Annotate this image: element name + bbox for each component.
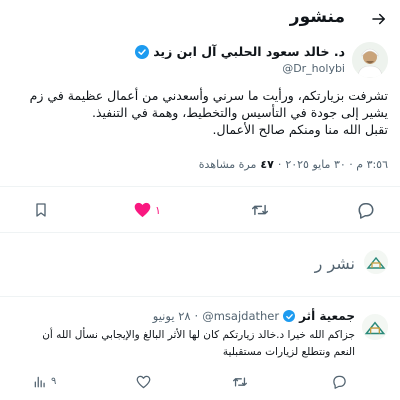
reply-like-button[interactable] [136, 375, 151, 389]
reply-text: جزاكم الله خيرا د.خالد زيارتكم كان لها ا… [0, 327, 355, 361]
reply-icon [358, 203, 374, 219]
verified-badge-icon [283, 310, 296, 322]
verified-badge-icon [135, 44, 150, 59]
back-button[interactable] [370, 10, 388, 28]
reply-date[interactable]: ٢٨ يونيو [153, 309, 191, 323]
bookmark-icon [36, 203, 46, 217]
heart-icon [134, 202, 151, 218]
views-icon [34, 376, 45, 388]
like-count: ١ [155, 203, 161, 217]
like-button[interactable]: ١ [134, 202, 161, 218]
reply-button[interactable] [357, 202, 375, 219]
arrow-right-icon [372, 13, 385, 25]
page-title: منشور [289, 7, 345, 27]
post-time[interactable]: ٣:٥٦ م · ٣٠ مايو ٢٠٢٥ [285, 158, 388, 171]
composer-avatar [364, 250, 388, 274]
reply-text-line: جزاكم الله خيرا د.خالد زيارتكم كان لها ا… [42, 329, 355, 341]
post-text-line: تقبل الله منا ومنكم صالح الأعمال. [212, 122, 388, 137]
header-bar: منشور [0, 0, 400, 38]
divider [0, 232, 400, 233]
divider [0, 296, 400, 297]
reply-header: جمعية أثر @msajdather · ٢٨ يونيو [152, 309, 355, 323]
reply-author-name[interactable]: جمعية أثر [299, 309, 355, 323]
post-text-line: يشير إلى جودة في التأسيس والتخطيط، وهمة … [91, 105, 388, 120]
bookmark-button[interactable] [33, 202, 49, 218]
post-meta: ٣:٥٦ م · ٣٠ مايو ٢٠٢٥ · ٤٧ مرة مشاهدة [198, 158, 388, 171]
reply-composer-input[interactable]: نشر ر [315, 254, 355, 273]
divider [0, 186, 400, 187]
reply-views-button[interactable]: ٩ [33, 375, 56, 388]
author-name-row: د. خالد سعود الحلبي آل ابن زيد [135, 44, 345, 59]
views-count: ٤٧ [260, 158, 274, 171]
post-text: تشرفت بزيارتكم، ورأيت ما سرني وأسعدني من… [0, 87, 388, 138]
reply-views-count: ٩ [51, 376, 57, 387]
author-avatar[interactable] [352, 42, 388, 78]
reply-reply-button[interactable] [332, 375, 347, 389]
retweet-icon [252, 204, 268, 216]
retweet-icon [233, 377, 247, 387]
author-handle[interactable]: @Dr_holybi [282, 62, 345, 75]
heart-icon [136, 375, 151, 389]
retweet-button[interactable] [251, 202, 269, 218]
reply-text-line: النعم ونتطلع لزيارات مستقبلية [222, 346, 355, 358]
views-label: مرة مشاهدة [198, 158, 257, 171]
author-name[interactable]: د. خالد سعود الحلبي آل ابن زيد [153, 44, 345, 59]
reply-handle[interactable]: @msajdather [202, 309, 279, 323]
reply-icon [333, 375, 346, 389]
post-text-line: تشرفت بزيارتكم، ورأيت ما سرني وأسعدني من… [29, 88, 388, 103]
reply-avatar[interactable] [362, 314, 388, 340]
reply-retweet-button[interactable] [232, 375, 248, 389]
